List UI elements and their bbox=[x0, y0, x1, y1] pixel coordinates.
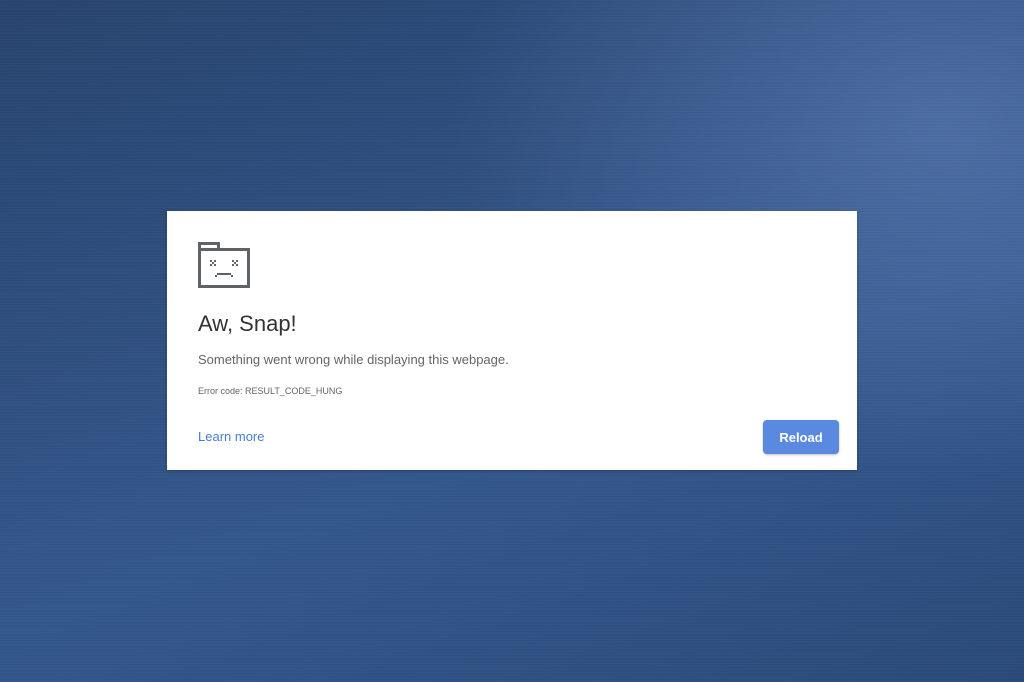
page-title: Aw, Snap! bbox=[198, 311, 297, 336]
reload-button[interactable]: Reload bbox=[763, 420, 839, 454]
learn-more-link[interactable]: Learn more bbox=[198, 429, 264, 444]
error-message: Something went wrong while displaying th… bbox=[198, 352, 509, 367]
sad-tab-icon bbox=[198, 242, 250, 288]
error-code: Error code: RESULT_CODE_HUNG bbox=[198, 386, 343, 396]
desktop-background: { "error_page": { "icon": "sad-tab-icon"… bbox=[0, 0, 1024, 682]
error-card: Aw, Snap! Something went wrong while dis… bbox=[167, 211, 857, 470]
